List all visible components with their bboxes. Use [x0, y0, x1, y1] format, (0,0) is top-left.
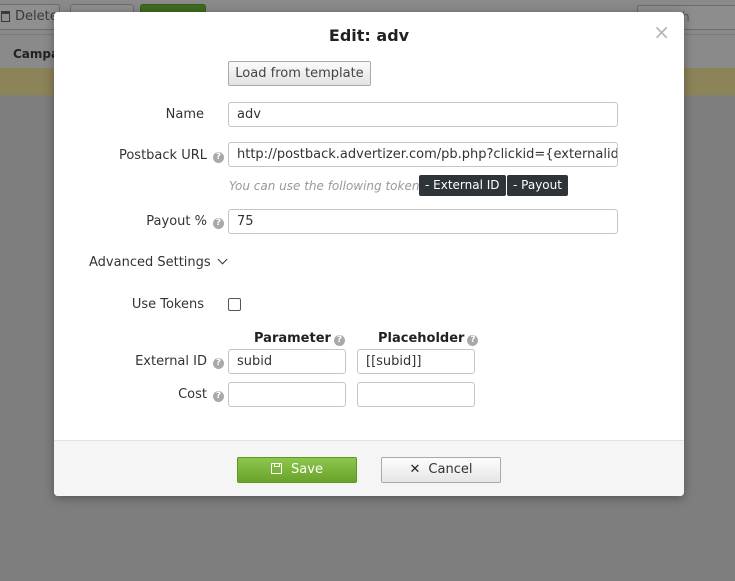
- tokens-hint: You can use the following tokens:: [229, 179, 430, 193]
- modal-footer: Save ✕ Cancel: [54, 440, 684, 496]
- trash-icon: [1, 11, 10, 22]
- name-label: Name: [165, 107, 204, 122]
- floppy-disk-icon: [271, 463, 283, 474]
- advanced-settings-toggle[interactable]: Advanced Settings: [89, 254, 228, 270]
- cancel-button[interactable]: ✕ Cancel: [381, 457, 501, 483]
- external-id-label: External ID?: [94, 354, 224, 369]
- delete-button[interactable]: Delete: [0, 4, 60, 30]
- cost-label: Cost?: [94, 387, 224, 402]
- token-external-id-button[interactable]: - External ID: [419, 175, 506, 196]
- column-header-placeholder: Placeholder?: [378, 331, 479, 346]
- token-payout-button[interactable]: - Payout: [507, 175, 568, 196]
- payout-field[interactable]: 75: [228, 209, 618, 234]
- help-icon[interactable]: ?: [333, 335, 345, 346]
- modal-title: Edit: adv: [328, 26, 410, 45]
- close-icon[interactable]: ×: [653, 22, 670, 42]
- external-id-placeholder-field[interactable]: [[subid]]: [357, 349, 475, 374]
- help-icon[interactable]: ?: [213, 218, 224, 229]
- help-icon[interactable]: ?: [213, 358, 224, 369]
- help-icon[interactable]: ?: [213, 391, 224, 402]
- use-tokens-label: Use Tokens: [131, 297, 204, 312]
- chevron-down-icon: [217, 254, 228, 265]
- use-tokens-checkbox[interactable]: [228, 298, 241, 311]
- cost-placeholder-field[interactable]: [357, 382, 475, 407]
- payout-label: Payout %?: [94, 214, 224, 229]
- external-id-parameter-field[interactable]: subid: [228, 349, 346, 374]
- load-from-template-button[interactable]: Load from template: [228, 61, 371, 86]
- name-field[interactable]: adv: [228, 102, 618, 127]
- close-icon: ✕: [409, 462, 421, 477]
- save-button[interactable]: Save: [237, 457, 357, 483]
- cost-parameter-field[interactable]: [228, 382, 346, 407]
- help-icon[interactable]: ?: [213, 152, 224, 163]
- edit-modal: Edit: adv × Load from template Name adv …: [54, 12, 684, 496]
- column-header-parameter: Parameter?: [254, 331, 345, 346]
- table-header-campaign: Campa: [13, 47, 60, 61]
- postback-url-field[interactable]: http://postback.advertizer.com/pb.php?cl…: [228, 142, 618, 167]
- postback-url-label: Postback URL?: [94, 148, 224, 163]
- help-icon[interactable]: ?: [467, 335, 479, 346]
